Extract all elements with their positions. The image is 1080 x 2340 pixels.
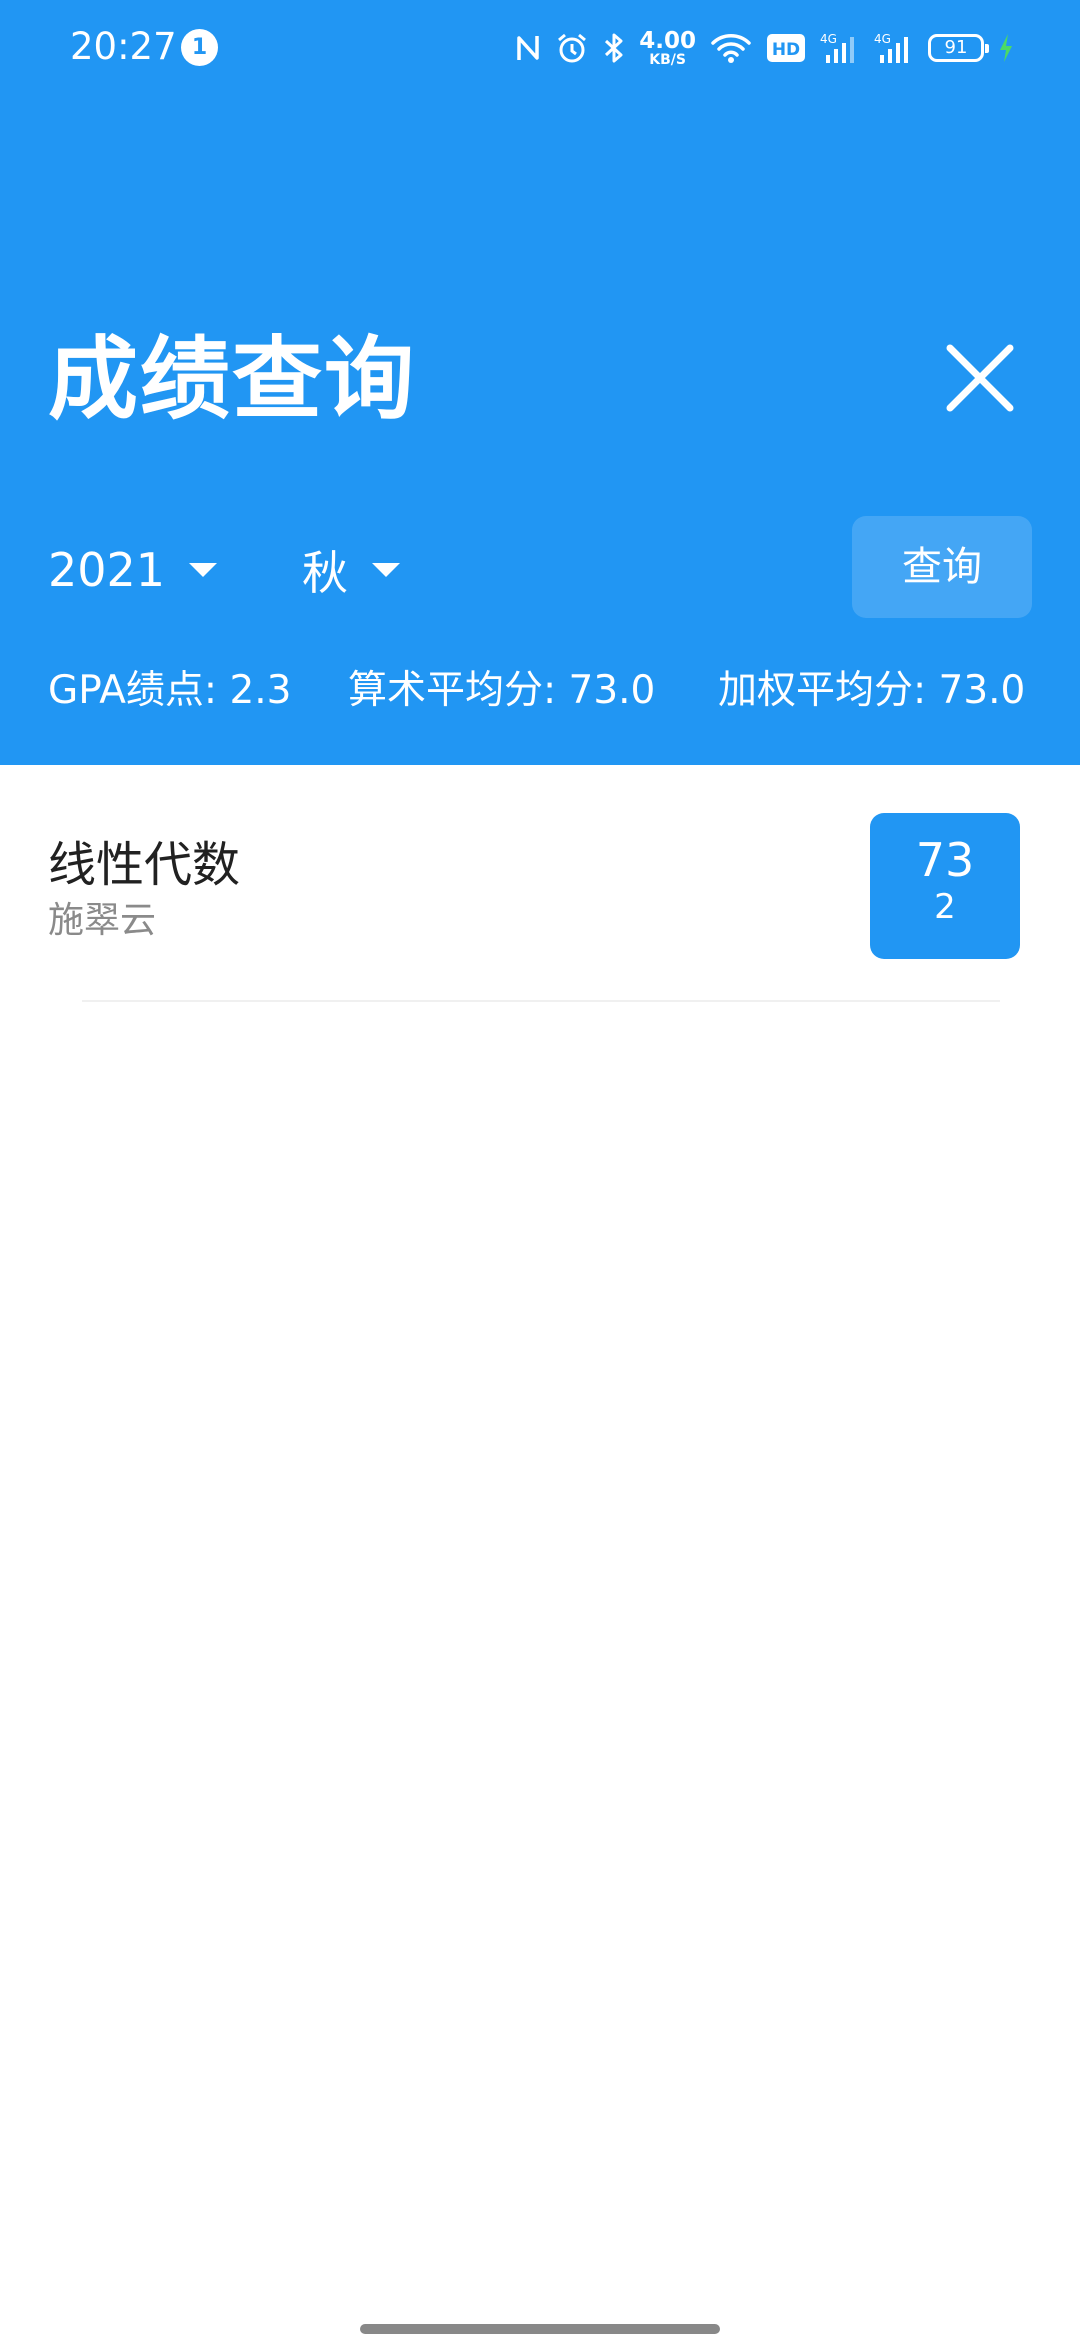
battery-icon: 91 [928,34,989,62]
course-list-item[interactable]: 线性代数 施翠云 73 2 [0,785,1080,1000]
svg-text:4G: 4G [874,32,891,46]
page-title: 成绩查询 [48,327,416,432]
caret-down-icon [372,563,400,577]
close-icon [946,344,1014,412]
net-speed-unit: KB/S [649,51,686,68]
nfc-icon [515,32,541,64]
stats-row: GPA绩点: 2.3 算术平均分: 73.0 加权平均分: 73.0 [48,663,1048,719]
status-icons: 4.00 KB/S HD 4G 4G 91 [515,24,1014,72]
app-header: 20:27 1 4.00 KB/S HD 4G 4G 91 成绩查询 2021 … [0,0,1080,765]
query-button[interactable]: 查询 [852,516,1032,618]
year-value: 2021 [48,543,166,597]
score-badge: 73 2 [870,813,1020,959]
home-indicator[interactable] [360,2324,720,2334]
year-dropdown[interactable]: 2021 [48,530,218,610]
season-value: 秋 [302,546,348,600]
gpa-stat: GPA绩点: 2.3 [48,668,292,713]
svg-text:4G: 4G [820,32,837,46]
close-button[interactable] [940,338,1020,418]
weighted-average-stat: 加权平均分: 73.0 [718,668,1026,713]
status-time: 20:27 [70,25,177,68]
course-teacher: 施翠云 [48,900,157,941]
svg-text:HD: HD [772,40,800,60]
net-speed: 4.00 KB/S [639,27,696,68]
signal-icon: 4G [820,31,860,65]
charging-icon [998,32,1014,64]
caret-down-icon [189,563,218,577]
wifi-icon [710,32,752,64]
course-credit: 2 [934,887,956,927]
alarm-icon [555,31,589,65]
net-speed-value: 4.00 [639,27,696,54]
season-dropdown[interactable]: 秋 [302,530,400,610]
course-name: 线性代数 [48,837,241,893]
hd-icon: HD [766,33,806,63]
course-score: 73 [915,833,975,887]
notification-badge: 1 [181,29,218,66]
bluetooth-icon [603,31,625,65]
arithmetic-average-stat: 算术平均分: 73.0 [348,668,656,713]
list-divider [82,1000,1000,1002]
signal-icon-2: 4G [874,31,914,65]
